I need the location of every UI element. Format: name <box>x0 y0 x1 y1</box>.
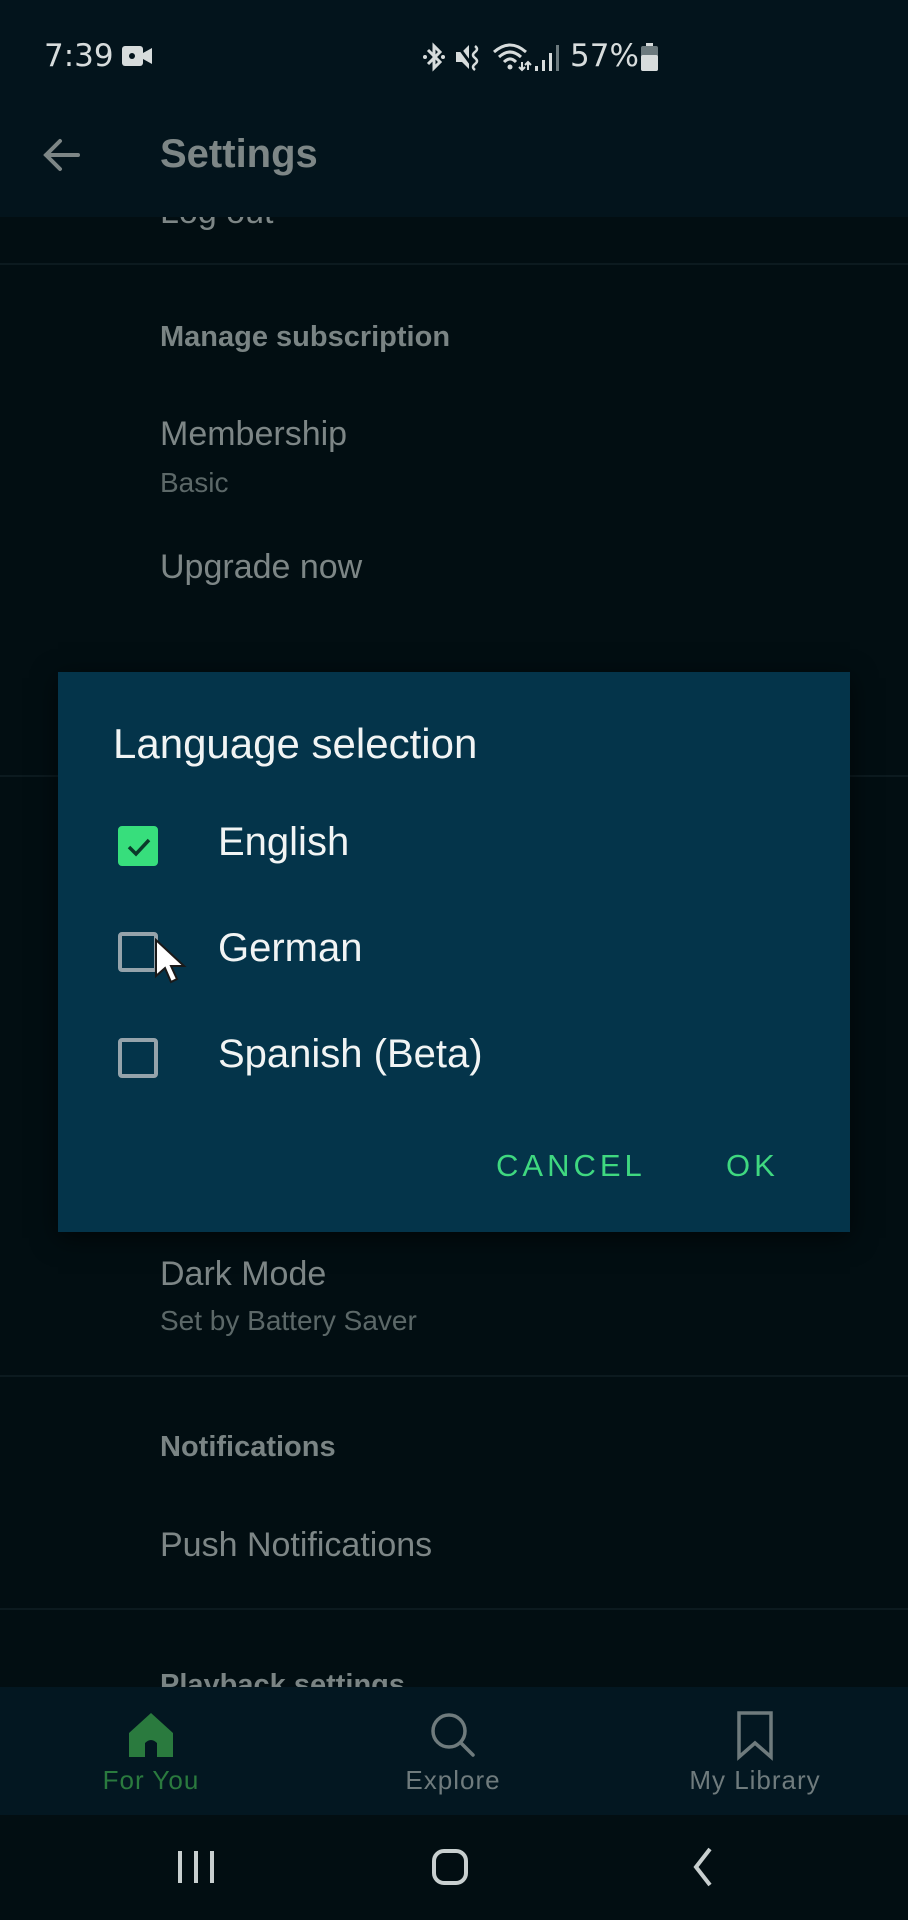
status-time: 7:39 <box>44 38 114 74</box>
battery-percent: 57% <box>570 38 639 74</box>
battery-icon <box>641 43 658 71</box>
divider <box>0 263 908 265</box>
nav-label: Explore <box>405 1765 501 1795</box>
section-header-playback: Playback settings <box>160 1669 405 1687</box>
back-chevron-icon[interactable] <box>674 1837 734 1897</box>
divider <box>0 1375 908 1377</box>
recent-apps-icon[interactable] <box>166 1837 226 1897</box>
language-option-english[interactable]: English <box>58 796 850 892</box>
option-label: Spanish (Beta) <box>218 1032 483 1076</box>
checkbox-checked[interactable] <box>118 826 158 866</box>
nav-item-for-you[interactable]: For You <box>0 1687 302 1815</box>
bookmark-icon <box>737 1711 773 1761</box>
page-title: Settings <box>160 132 318 176</box>
checkmark-icon <box>127 838 151 857</box>
system-navigation-bar <box>0 1815 908 1920</box>
dark-mode-item-subtitle: Set by Battery Saver <box>160 1305 417 1336</box>
status-bar: 7:39 57% <box>0 0 908 115</box>
dialog-title: Language selection <box>113 720 478 767</box>
home-button-icon[interactable] <box>420 1837 480 1897</box>
search-icon <box>431 1713 475 1757</box>
bluetooth-icon <box>423 42 445 72</box>
mouse-cursor-icon <box>155 938 187 984</box>
divider <box>0 1608 908 1610</box>
wifi-icon <box>493 43 532 72</box>
back-arrow-icon[interactable] <box>42 135 82 175</box>
ok-button[interactable]: OK <box>726 1148 779 1184</box>
section-header-subscription: Manage subscription <box>160 321 451 353</box>
nav-item-explore[interactable]: Explore <box>302 1687 604 1815</box>
checkbox-unchecked[interactable] <box>118 1038 158 1078</box>
cancel-button[interactable]: CANCEL <box>496 1148 646 1184</box>
membership-item-title[interactable]: Membership <box>160 415 347 454</box>
option-label: English <box>218 820 350 864</box>
log-out-item[interactable]: Log out <box>160 217 273 232</box>
video-camera-icon <box>122 46 152 66</box>
upgrade-now-item[interactable]: Upgrade now <box>160 548 362 587</box>
mute-vibrate-icon <box>455 44 479 71</box>
language-option-spanish[interactable]: Spanish (Beta) <box>58 1008 850 1104</box>
nav-label: For You <box>102 1765 200 1795</box>
dark-mode-item-title[interactable]: Dark Mode <box>160 1255 326 1294</box>
app-bar <box>0 115 908 217</box>
home-icon <box>129 1713 173 1757</box>
membership-item-subtitle: Basic <box>160 467 229 498</box>
bottom-navigation: For You Explore My Library <box>0 1687 908 1815</box>
section-header-notifications: Notifications <box>160 1431 336 1463</box>
checkbox-unchecked[interactable] <box>118 932 158 972</box>
signal-icon <box>535 45 559 71</box>
nav-label: My Library <box>689 1765 821 1795</box>
nav-item-my-library[interactable]: My Library <box>604 1687 906 1815</box>
push-notifications-item[interactable]: Push Notifications <box>160 1526 432 1565</box>
option-label: German <box>218 926 363 970</box>
